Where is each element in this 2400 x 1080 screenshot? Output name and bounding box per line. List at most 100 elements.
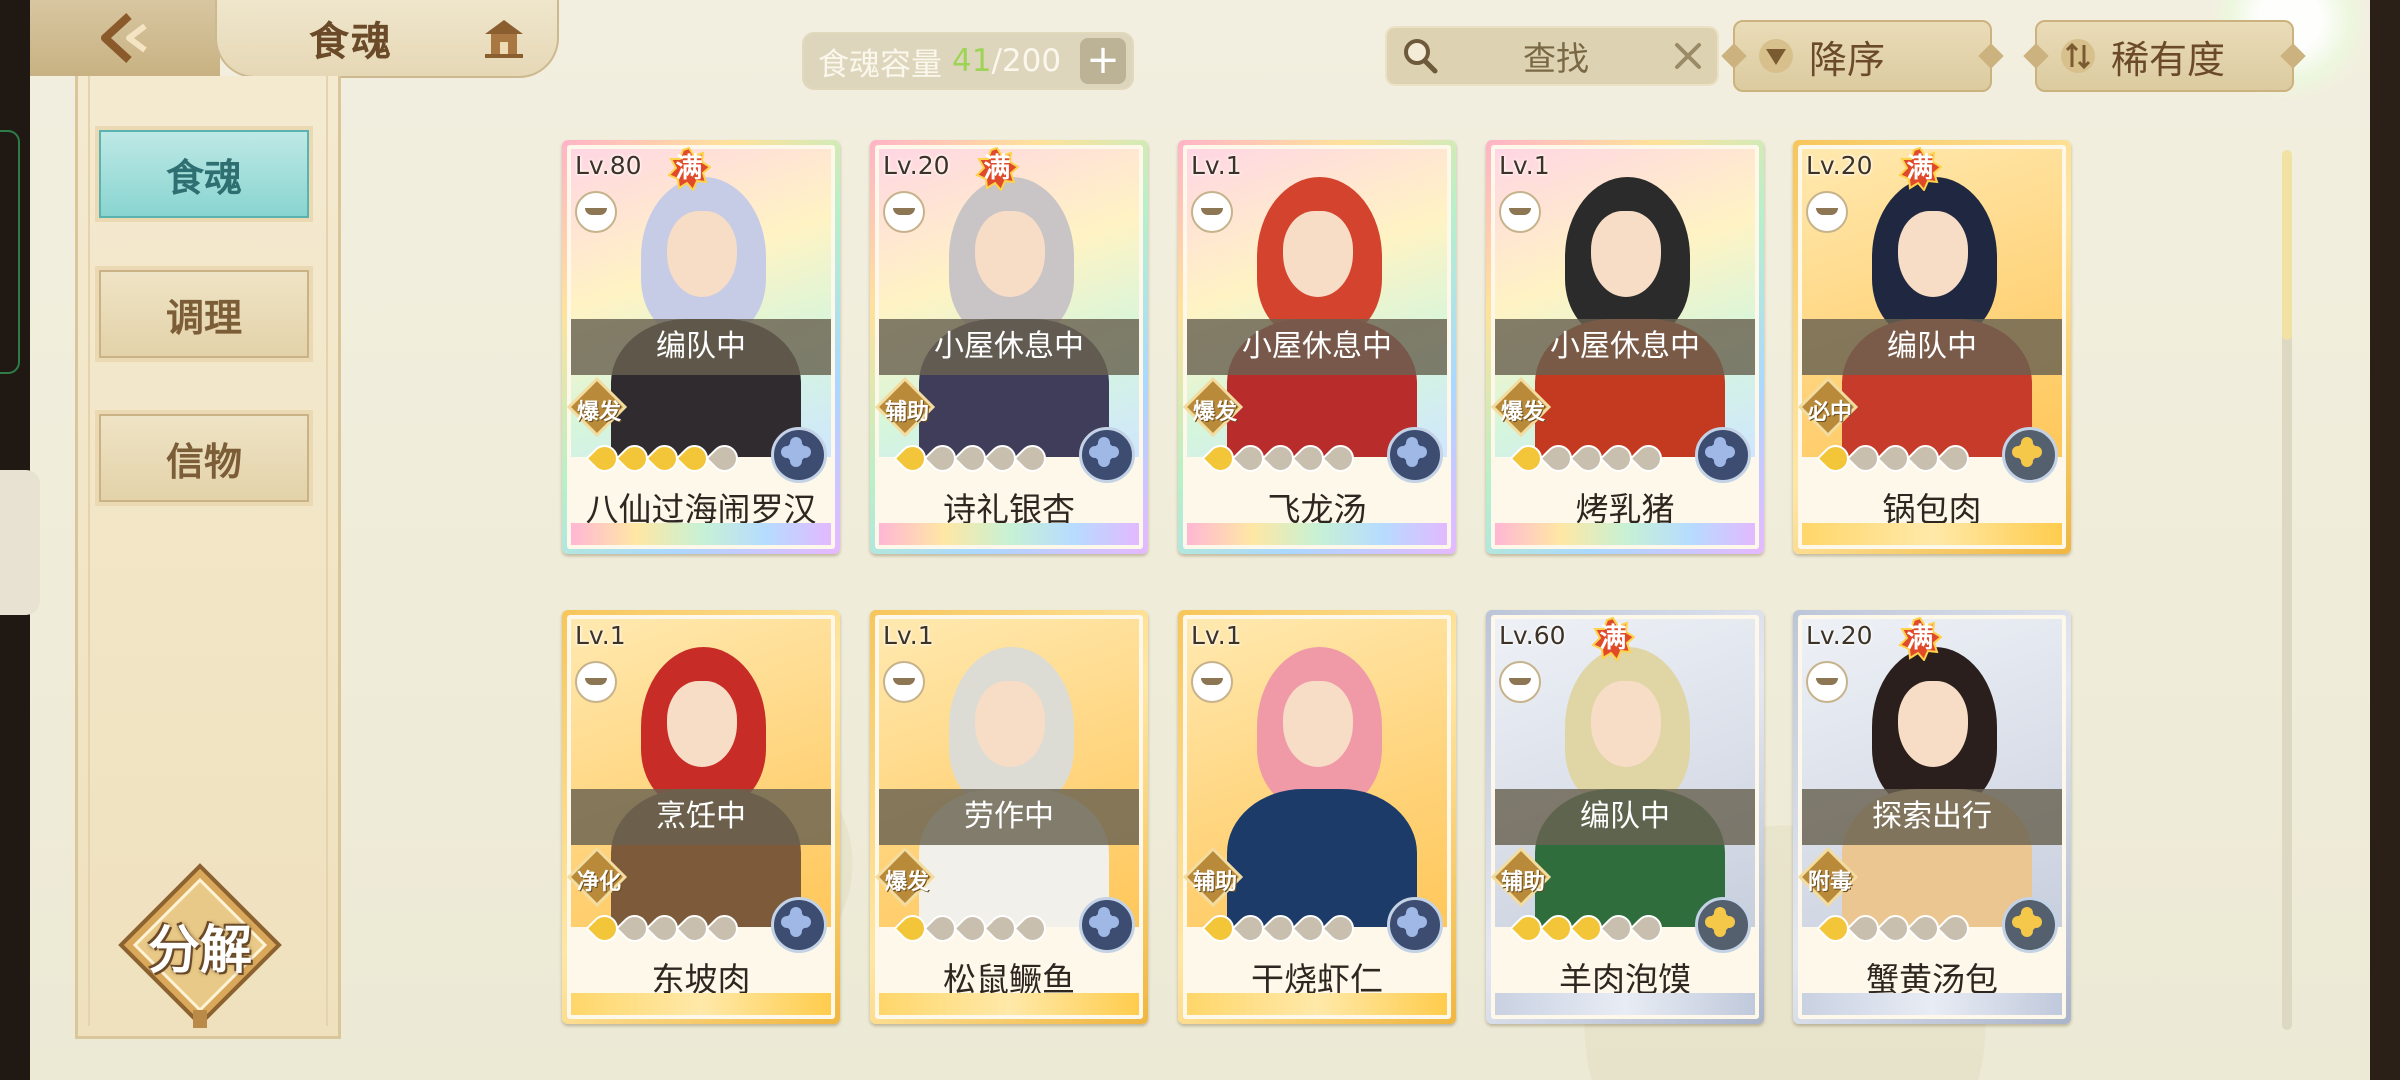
title-tab: 食魂 — [215, 0, 559, 78]
rarity-strip — [571, 993, 831, 1015]
status-banner: 编队中 — [1802, 319, 2062, 375]
food-soul-card[interactable]: Lv.20 满 探索出行 附毒 蟹黄汤包 — [1793, 610, 2071, 1024]
food-soul-card[interactable]: Lv.20 满 小屋休息中 辅助 诗礼银杏 — [870, 140, 1148, 554]
sort-by-label: 稀有度 — [2111, 37, 2226, 82]
character-face — [667, 681, 737, 767]
character-face — [1591, 681, 1661, 767]
level-label: Lv.1 — [1499, 151, 1550, 180]
character-face — [667, 211, 737, 297]
max-level-text: 满 — [1906, 623, 1934, 654]
rarity-strip — [879, 993, 1139, 1015]
star-icon — [1013, 439, 1052, 478]
sort-toggle-icon — [2061, 39, 2095, 73]
card-body: Lv.1 劳作中 爆发 松鼠鳜鱼 — [875, 615, 1143, 1019]
card-body: Lv.20 满 编队中 必中 锅包肉 — [1798, 145, 2066, 549]
bowl-icon — [883, 661, 925, 703]
star-rating — [1201, 439, 1360, 478]
rarity-strip — [1187, 993, 1447, 1015]
max-level-text: 满 — [675, 153, 703, 184]
tab-cooking-label: 调理 — [165, 295, 242, 340]
food-soul-card[interactable]: Lv.1 烹饪中 净化 东坡肉 — [562, 610, 840, 1024]
status-banner: 编队中 — [1495, 789, 1755, 845]
tab-token-label: 信物 — [165, 439, 242, 484]
scrollbar[interactable] — [2282, 150, 2292, 1030]
food-soul-card[interactable]: Lv.1 小屋休息中 爆发 烤乳猪 — [1486, 140, 1764, 554]
card-body: Lv.60 满 编队中 辅助 羊肉泡馍 — [1491, 615, 1759, 1019]
decompose-label: 分解 — [147, 921, 252, 981]
role-label: 爆发 — [1192, 400, 1237, 425]
flower-emblem-icon — [1387, 897, 1443, 953]
rarity-strip — [1187, 523, 1447, 545]
status-banner: 烹饪中 — [571, 789, 831, 845]
max-level-text: 满 — [1599, 623, 1627, 654]
star-rating — [1509, 909, 1668, 948]
food-soul-card[interactable]: Lv.1 辅助 干烧虾仁 — [1178, 610, 1456, 1024]
food-soul-card[interactable]: Lv.20 满 编队中 必中 锅包肉 — [1793, 140, 2071, 554]
bowl-icon — [1806, 661, 1848, 703]
search-box[interactable]: 查找 — [1385, 26, 1719, 86]
role-label: 爆发 — [1500, 400, 1545, 425]
card-body: Lv.1 烹饪中 净化 东坡肉 — [567, 615, 835, 1019]
edge-handle[interactable] — [0, 470, 40, 615]
character-face — [975, 681, 1045, 767]
tab-cooking[interactable]: 调理 — [95, 266, 313, 362]
star-icon — [1321, 909, 1360, 948]
star-icon — [1936, 439, 1975, 478]
close-icon[interactable] — [1671, 39, 1705, 73]
food-soul-card[interactable]: Lv.60 满 编队中 辅助 羊肉泡馍 — [1486, 610, 1764, 1024]
tab-token[interactable]: 信物 — [95, 410, 313, 506]
home-icon[interactable] — [481, 16, 527, 60]
role-label: 附毒 — [1807, 870, 1852, 895]
rarity-strip — [1802, 993, 2062, 1015]
star-rating — [585, 909, 744, 948]
rarity-strip — [879, 523, 1139, 545]
max-level-badge: 满 — [1591, 616, 1636, 662]
status-banner: 劳作中 — [879, 789, 1139, 845]
tab-food-soul[interactable]: 食魂 — [95, 126, 313, 222]
flower-emblem-icon — [1695, 897, 1751, 953]
level-label: Lv.1 — [883, 621, 934, 650]
sort-order-label: 降序 — [1809, 37, 1886, 82]
bowl-icon — [1499, 191, 1541, 233]
status-banner: 小屋休息中 — [879, 319, 1139, 375]
back-button[interactable] — [30, 0, 220, 76]
scrollbar-thumb[interactable] — [2282, 150, 2292, 340]
add-capacity-button[interactable]: + — [1080, 38, 1126, 84]
bowl-icon — [1191, 661, 1233, 703]
back-arrow-icon — [101, 13, 147, 63]
role-badge: 辅助 — [1183, 847, 1243, 907]
decompose-button[interactable]: 分解 — [115, 860, 285, 1030]
star-rating — [1816, 439, 1975, 478]
flower-emblem-icon — [1079, 427, 1135, 483]
star-rating — [893, 909, 1052, 948]
level-label: Lv.1 — [575, 621, 626, 650]
bowl-icon — [1191, 191, 1233, 233]
tab-food-soul-label: 食魂 — [165, 155, 242, 200]
star-rating — [893, 439, 1052, 478]
capacity-used: 41 — [952, 43, 992, 79]
flower-emblem-icon — [2002, 897, 2058, 953]
character-face — [1283, 211, 1353, 297]
role-label: 辅助 — [1500, 870, 1545, 895]
level-label: Lv.20 — [1806, 621, 1873, 650]
capacity-total: /200 — [991, 43, 1062, 79]
role-badge: 爆发 — [567, 377, 627, 437]
sort-order-button[interactable]: 降序 — [1733, 20, 1992, 92]
overlay-indicator — [0, 130, 20, 374]
rarity-strip — [1495, 523, 1755, 545]
search-input[interactable]: 查找 — [1441, 32, 1671, 80]
role-badge: 必中 — [1798, 377, 1858, 437]
role-badge: 附毒 — [1798, 847, 1858, 907]
sort-by-button[interactable]: 稀有度 — [2035, 20, 2294, 92]
star-rating — [585, 439, 744, 478]
food-soul-card[interactable]: Lv.1 小屋休息中 爆发 飞龙汤 — [1178, 140, 1456, 554]
level-label: Lv.1 — [1191, 621, 1242, 650]
food-soul-card[interactable]: Lv.80 满 编队中 爆发 八仙过海闹罗汉 — [562, 140, 840, 554]
food-soul-card[interactable]: Lv.1 劳作中 爆发 松鼠鳜鱼 — [870, 610, 1148, 1024]
star-icon — [1629, 909, 1668, 948]
flower-emblem-icon — [771, 427, 827, 483]
bowl-icon — [575, 661, 617, 703]
role-label: 必中 — [1807, 400, 1852, 425]
star-rating — [1509, 439, 1668, 478]
max-level-badge: 满 — [975, 146, 1020, 192]
